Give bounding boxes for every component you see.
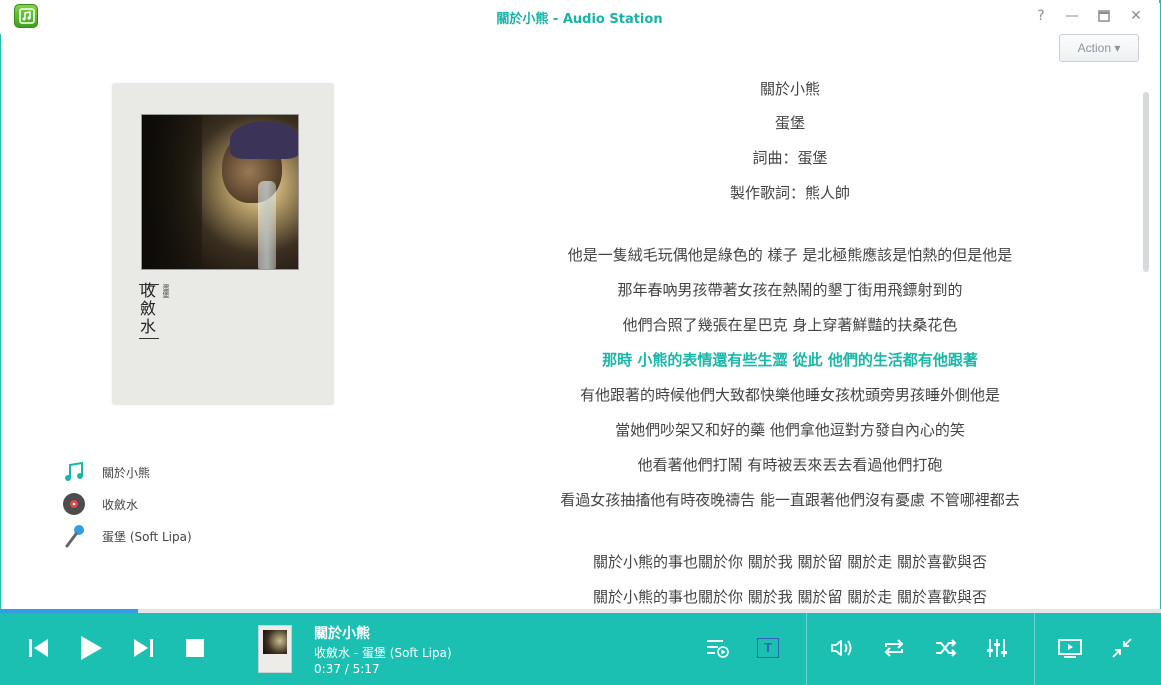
now-playing-time: 0:37 / 5:17 — [314, 662, 380, 676]
play-button[interactable] — [74, 631, 108, 665]
lyric-line: 看過女孩抽搐他有時夜晚禱告 能一直跟著他們沒有憂慮 不管哪裡都去 — [560, 491, 1020, 509]
close-button[interactable]: ✕ — [1126, 6, 1146, 26]
repeat-button[interactable] — [877, 631, 911, 665]
disc-icon — [63, 493, 85, 515]
skip-previous-icon — [29, 639, 48, 657]
info-artist-label: 蛋堡 (Soft Lipa) — [102, 530, 192, 544]
lyric-line: 蛋堡 — [774, 114, 805, 132]
info-artist: 蛋堡 (Soft Lipa) — [62, 524, 362, 548]
maximize-button[interactable] — [1094, 6, 1114, 26]
volume-button[interactable] — [825, 631, 859, 665]
music-note-icon — [65, 461, 83, 481]
now-playing-title: 關於小熊 — [314, 626, 370, 642]
repeat-icon — [884, 639, 904, 657]
stop-button[interactable] — [178, 631, 212, 665]
album-cover-title: 收斂水 — [137, 282, 156, 336]
microphone-icon — [65, 525, 84, 548]
lyric-line-active: 那時 小熊的表情還有些生澀 從此 他們的生活都有他跟著 — [602, 351, 978, 369]
lyric-line: 他看著他們打鬧 有時被丟來丟去看過他們打砲 — [637, 456, 943, 474]
shuffle-icon — [936, 639, 957, 657]
title-bar: 關於小熊 - Audio Station ? — ✕ — [0, 0, 1159, 34]
shuffle-button[interactable] — [929, 631, 963, 665]
equalizer-icon — [987, 639, 1007, 657]
window-title: 關於小熊 - Audio Station — [496, 12, 663, 27]
minimize-button[interactable]: — — [1062, 6, 1082, 26]
action-dropdown-button[interactable]: Action ▾ — [1059, 34, 1139, 62]
collapse-icon — [1112, 638, 1132, 658]
skip-next-icon — [134, 639, 153, 657]
info-song: 關於小熊 — [62, 460, 362, 484]
lyric-line: 當她們吵架又和好的藥 他們拿他逗對方發自內心的笑 — [615, 421, 965, 439]
info-album: 收斂水 — [62, 492, 362, 516]
lyrics-toggle-button[interactable]: T — [751, 631, 785, 665]
player-bar: 關於小熊 收斂水 - 蛋堡 (Soft Lipa) 0:37 / 5:17 T — [0, 613, 1161, 685]
equalizer-button[interactable] — [980, 631, 1014, 665]
lyric-line: 那年春吶男孩帶著女孩在熱鬧的墾丁街用飛鏢射到的 — [617, 281, 963, 299]
video-station-button[interactable] — [1053, 631, 1087, 665]
now-playing-subtitle: 收斂水 - 蛋堡 (Soft Lipa) — [314, 646, 452, 660]
next-button[interactable] — [126, 631, 160, 665]
lyric-line: 關於小熊的事也關於你 關於我 關於留 關於走 關於喜歡與否 — [592, 553, 988, 571]
lyric-line: 關於小熊 — [759, 80, 820, 98]
previous-button[interactable] — [22, 631, 56, 665]
lyric-line: 他們合照了幾張在星巴克 身上穿著鮮豔的扶桑花色 — [622, 316, 958, 334]
lyrics-text-icon: T — [757, 638, 779, 658]
info-song-label: 關於小熊 — [102, 466, 151, 480]
info-album-label: 收斂水 — [102, 498, 139, 512]
album-cover-artist: 蛋堡 — [162, 284, 170, 298]
lyric-line: 詞曲：蛋堡 — [752, 149, 828, 167]
lyrics-panel[interactable]: 關於小熊蛋堡詞曲：蛋堡製作歌詞：熊人帥他是一隻絨毛玩偶他是綠色的 樣子 是北極熊… — [470, 76, 1110, 606]
play-queue-button[interactable] — [700, 631, 734, 665]
stop-icon — [186, 639, 204, 657]
mini-player-button[interactable] — [1105, 631, 1139, 665]
maximize-icon — [1098, 10, 1110, 22]
album-cover: 收斂水 蛋堡 — [113, 84, 333, 404]
lyric-line: 他是一隻絨毛玩偶他是綠色的 樣子 是北極熊應該是怕熱的但是他是 — [567, 246, 1013, 264]
playlist-play-icon — [707, 640, 729, 658]
volume-icon — [831, 640, 852, 656]
screen-play-icon — [1058, 639, 1082, 658]
lyric-line: 有他跟著的時候他們大致都快樂他睡女孩枕頭旁男孩睡外側他是 — [579, 386, 1000, 404]
lyric-line: 關於小熊的事也關於你 關於我 關於留 關於走 關於喜歡與否 — [592, 588, 988, 606]
help-button[interactable]: ? — [1031, 6, 1051, 26]
now-playing-thumbnail — [258, 625, 292, 673]
play-icon — [81, 636, 102, 660]
lyric-line: 製作歌詞：熊人帥 — [729, 184, 850, 202]
lyrics-scrollbar[interactable] — [1143, 92, 1149, 272]
album-photo — [141, 114, 299, 270]
